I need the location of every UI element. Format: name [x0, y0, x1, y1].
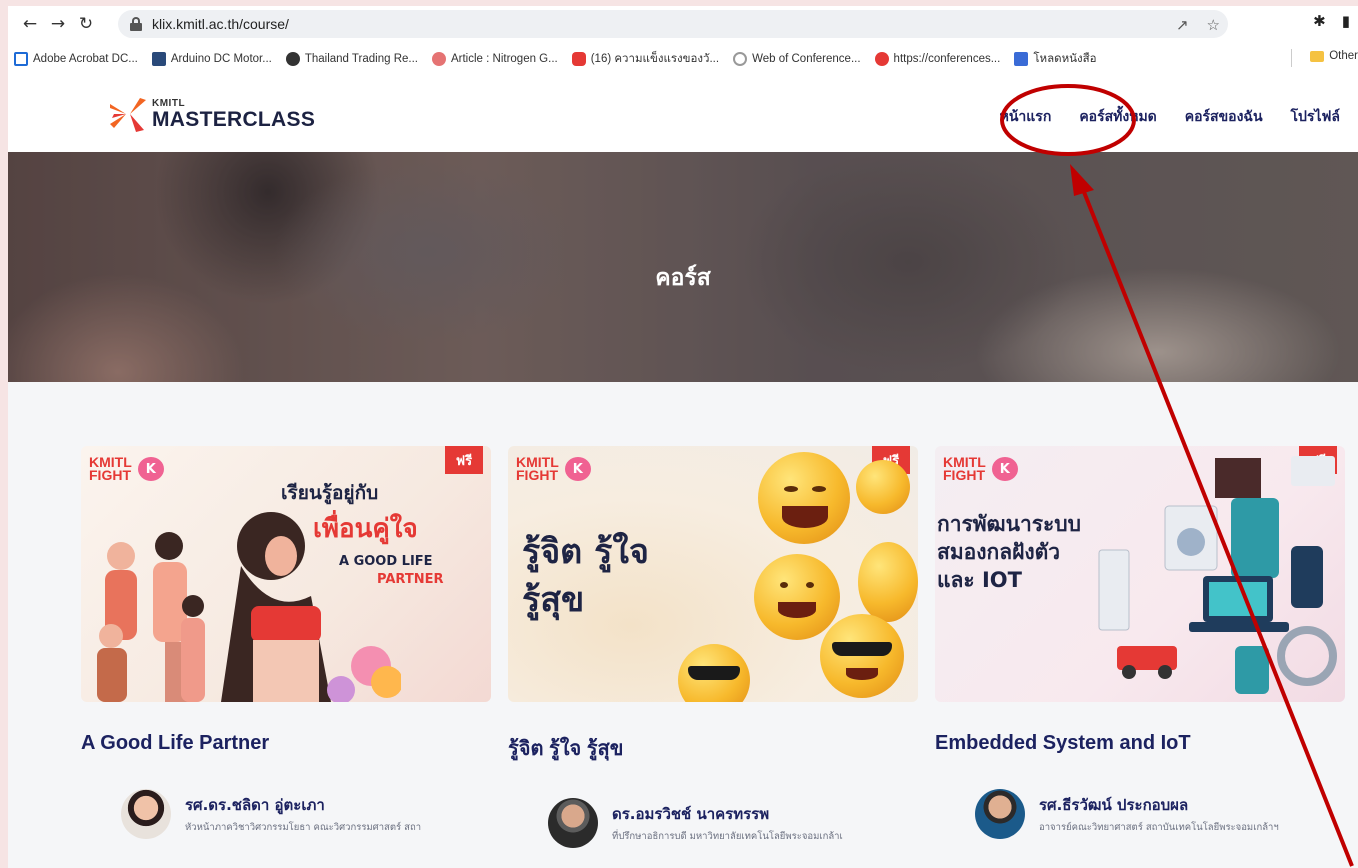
- main-menu: หน้าแรก คอร์สทั้งหมด คอร์สของฉัน โปรไฟล์: [1000, 106, 1340, 128]
- extensions-puzzle-icon[interactable]: ✱: [1313, 12, 1326, 30]
- bookmark-item[interactable]: โหลดหนังสือ: [1014, 50, 1097, 68]
- instructor-role: ที่ปรึกษาอธิการบดี มหาวิทยาลัยเทคโนโลยีพ…: [612, 831, 843, 842]
- heart-icon: K: [137, 457, 164, 482]
- youtube-icon: [571, 52, 586, 66]
- menu-all-courses[interactable]: คอร์สทั้งหมด: [1079, 106, 1156, 128]
- course-title[interactable]: รู้จิต รู้ใจ รู้สุข: [508, 732, 918, 764]
- instructor-name: รศ.ดร.ชลิดา อู่ตะเภา: [185, 796, 325, 814]
- course-card[interactable]: KMITLFIGHTK ฟรี การพัฒนาระบบ สมองกลฝังตั…: [935, 446, 1345, 839]
- avatar: [975, 789, 1025, 839]
- avatar: [548, 798, 598, 848]
- folder-icon: [1310, 50, 1325, 62]
- heart-icon: K: [564, 457, 591, 482]
- menu-home[interactable]: หน้าแรก: [1000, 106, 1052, 128]
- bookmark-star-icon[interactable]: ☆: [1207, 16, 1220, 34]
- course-thumbnail[interactable]: KMITL FIGHT K ฟรี เรียนรู้อยู่กับ เพื่อนคู…: [81, 446, 491, 702]
- share-icon[interactable]: ↗: [1176, 16, 1189, 34]
- instructor: รศ.ดร.ชลิดา อู่ตะเภา หัวหน้าภาควิชาวิศวก…: [121, 789, 491, 839]
- instructor-role: หัวหน้าภาควิชาวิศวกรรมโยธา คณะวิศวกรรมศา…: [185, 822, 422, 833]
- bookmark-item[interactable]: Adobe Acrobat DC...: [14, 52, 138, 66]
- instructor-role: อาจารย์คณะวิทยาศาสตร์ สถาบันเทคโนโลยีพระ…: [1039, 822, 1279, 833]
- course-thumbnail[interactable]: KMITLFIGHTK ฟรี รู้จิต รู้ใจ รู้สุข: [508, 446, 918, 702]
- kmitl-fight-logo: KMITL FIGHT K: [89, 455, 164, 483]
- instructor-name: ดร.อมรวิชช์ นาครทรรพ: [612, 805, 770, 823]
- heart-icon: K: [991, 457, 1018, 482]
- bookmark-item[interactable]: https://conferences...: [874, 52, 1000, 66]
- logo-big-text: MASTERCLASS: [152, 107, 316, 131]
- kmitl-fight-logo: KMITL FIGHT K: [943, 455, 1018, 483]
- thumbnail-text: และ IOT: [937, 568, 1022, 592]
- medium-icon: [151, 52, 166, 66]
- free-badge: ฟรี: [445, 446, 483, 474]
- instructor: รศ.ธีรวัฒน์ ประกอบผล อาจารย์คณะวิทยาศาสต…: [975, 789, 1345, 839]
- course-title[interactable]: A Good Life Partner: [81, 732, 491, 755]
- menu-my-courses[interactable]: คอร์สของฉัน: [1185, 106, 1263, 128]
- other-bookmarks-folder[interactable]: Other: [1310, 50, 1358, 62]
- reload-icon[interactable]: ↻: [72, 10, 100, 38]
- thumbnail-text: รู้จิต รู้ใจ: [522, 532, 649, 572]
- sunglasses-emoji: [678, 644, 750, 702]
- back-arrow-icon[interactable]: ←: [16, 10, 44, 38]
- url-text[interactable]: klix.kmitl.ac.th/course/: [152, 16, 289, 32]
- course-title[interactable]: Embedded System and IoT: [935, 732, 1345, 755]
- menu-profile[interactable]: โปรไฟล์: [1291, 106, 1340, 128]
- iot-devices-illustration: [1098, 456, 1337, 694]
- hero-banner: คอร์ส: [8, 152, 1358, 382]
- address-bar[interactable]: klix.kmitl.ac.th/course/ ↗ ☆: [118, 10, 1228, 38]
- page-frame-left: [0, 0, 8, 868]
- page-title: คอร์ส: [655, 265, 711, 291]
- kmitl-logo-icon: [110, 98, 146, 132]
- site-header: KMITL MASTERCLASS หน้าแรก คอร์สทั้งหมด ค…: [8, 76, 1358, 152]
- bookmark-item[interactable]: (16) ความแข็งแรงของวั...: [571, 50, 719, 68]
- laughing-emoji: [758, 452, 850, 544]
- smiling-emoji: [754, 554, 840, 640]
- logo-small-text: KMITL: [152, 97, 186, 109]
- thumbnail-text: รู้สุข: [522, 580, 585, 620]
- bookmark-item[interactable]: Web of Conference...: [733, 52, 861, 66]
- bookmark-item[interactable]: Thailand Trading Re...: [285, 52, 418, 66]
- acrobat-icon: [14, 52, 28, 66]
- article-icon: [431, 52, 446, 66]
- forward-arrow-icon[interactable]: →: [44, 10, 72, 38]
- avatar: [121, 789, 171, 839]
- instructor-name: รศ.ธีรวัฒน์ ประกอบผล: [1039, 796, 1189, 814]
- course-thumbnail[interactable]: KMITLFIGHTK ฟรี การพัฒนาระบบ สมองกลฝังตั…: [935, 446, 1345, 702]
- browser-toolbar: ← → ↻ klix.kmitl.ac.th/course/ ↗ ☆ ✱ ▮: [8, 6, 1358, 42]
- lock-icon: [130, 17, 142, 31]
- smile-emoji: [856, 460, 910, 514]
- bookmark-item[interactable]: Arduino DC Motor...: [151, 52, 272, 66]
- course-card[interactable]: KMITLFIGHTK ฟรี รู้จิต รู้ใจ รู้สุข: [508, 446, 918, 848]
- conference-icon: [733, 52, 748, 66]
- bookmark-item[interactable]: Article : Nitrogen G...: [431, 52, 558, 66]
- emoji-partial: [858, 542, 918, 622]
- bookmarks-divider: [1291, 49, 1292, 67]
- book-icon: [1014, 52, 1029, 66]
- iop-icon: [874, 52, 889, 66]
- site-logo[interactable]: KMITL MASTERCLASS: [108, 94, 315, 134]
- instructor: ดร.อมรวิชช์ นาครทรรพ ที่ปรึกษาอธิการบดี …: [548, 798, 918, 848]
- side-panel-icon[interactable]: ▮: [1342, 12, 1350, 30]
- globe-icon: [285, 52, 300, 66]
- course-grid: KMITL FIGHT K ฟรี เรียนรู้อยู่กับ เพื่อนคู…: [8, 382, 1358, 868]
- course-card[interactable]: KMITL FIGHT K ฟรี เรียนรู้อยู่กับ เพื่อนคู…: [81, 446, 491, 839]
- bookmarks-bar: Adobe Acrobat DC... Arduino DC Motor... …: [8, 45, 1358, 73]
- friends-illustration: [97, 512, 401, 702]
- kmitl-fight-logo: KMITL FIGHT K: [516, 455, 591, 483]
- sunglasses-emoji: [820, 614, 904, 698]
